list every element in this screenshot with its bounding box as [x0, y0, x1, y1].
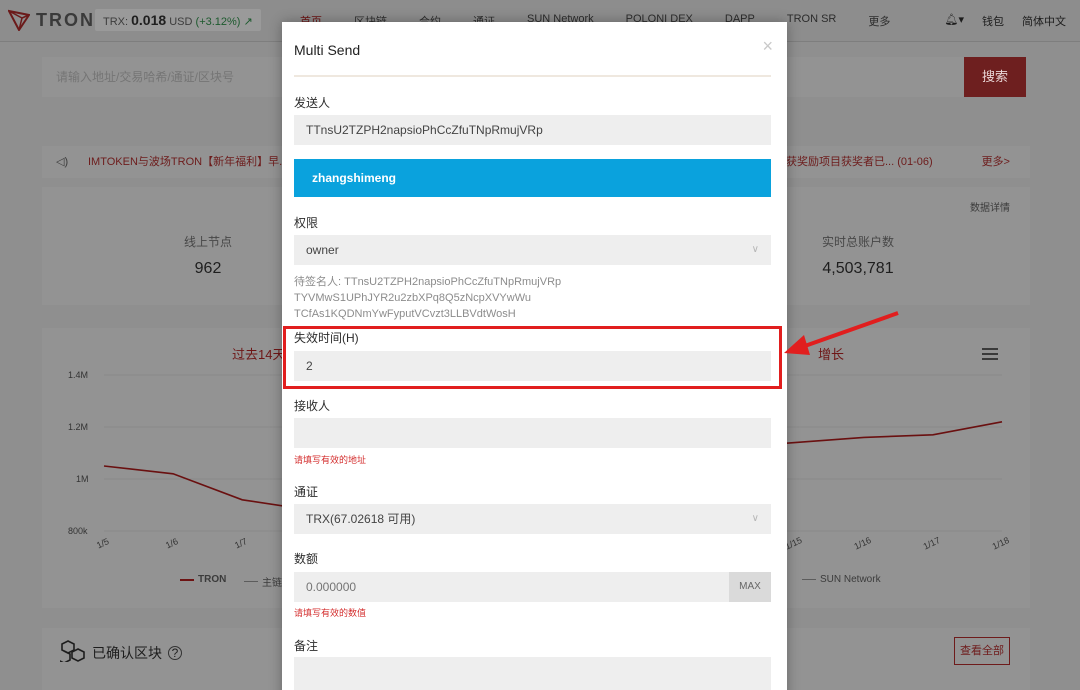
- x-tick: 1/16: [853, 535, 873, 551]
- receiver-error: 请填写有效的地址: [294, 455, 367, 465]
- signer-address: TTnsU2TZPH2napsioPhCcZfuTNpRmujVRp: [344, 276, 562, 288]
- price-value: 0.018: [131, 12, 167, 28]
- signer-address: TYVMwS1UPhJYR2u2zbXPq8Q5zNcpXVYwWu: [294, 292, 532, 304]
- memo-label: 备注: [294, 639, 319, 653]
- legend-swatch: [244, 581, 258, 582]
- amount-label: 数额: [294, 552, 319, 566]
- chevron-down-icon: ∨: [751, 513, 759, 524]
- price-badge: TRX: 0.018 USD (+3.12%) ↗: [95, 9, 261, 31]
- legend-item-sun-network[interactable]: SUN Network: [802, 574, 881, 585]
- permission-select[interactable]: owner ∨: [294, 235, 771, 265]
- amount-error: 请填写有效的数值: [294, 608, 367, 618]
- bell-icon[interactable]: 🔔︎▾: [945, 13, 965, 29]
- stat-online-nodes: 线上节点 962: [138, 233, 278, 278]
- legend-item-mainchain[interactable]: 主链: [244, 574, 282, 589]
- signer-address: TCfAs1KQDNmYwFyputVCvzt3LLBVdtWosH: [294, 308, 516, 320]
- language-menu[interactable]: 简体中文: [1022, 13, 1066, 29]
- speaker-icon: ◁): [56, 156, 69, 168]
- token-value: TRX(67.02618 可用): [306, 512, 416, 526]
- announcement-more-link[interactable]: 更多>: [982, 146, 1010, 178]
- view-all-button[interactable]: 查看全部: [954, 637, 1010, 665]
- legend-label: TRON: [198, 574, 227, 585]
- chevron-down-icon: ∨: [751, 244, 759, 255]
- amount-input[interactable]: [294, 572, 771, 602]
- close-icon[interactable]: ×: [762, 36, 773, 57]
- token-label: 通证: [294, 485, 319, 499]
- receiver-label: 接收人: [294, 399, 331, 413]
- permission-value: owner: [306, 243, 339, 257]
- legend-item-tron[interactable]: TRON: [180, 574, 226, 585]
- sender-field: TTnsU2TZPH2napsioPhCcZfuTNpRmujVRp: [294, 115, 771, 145]
- announcement-right[interactable]: 获奖励项目获奖者已... (01-06): [786, 146, 933, 178]
- pending-signers: 待签名人: TTnsU2TZPH2napsioPhCcZfuTNpRmujVRp…: [294, 274, 561, 322]
- nav-item-more[interactable]: 更多: [868, 13, 890, 29]
- confirmed-blocks-title: 已确认区块 ?: [57, 640, 182, 665]
- stat-total-accounts: 实时总账户数 4,503,781: [788, 233, 928, 278]
- x-tick: 1/6: [164, 536, 180, 550]
- x-tick: 1/17: [922, 535, 942, 551]
- token-select[interactable]: TRX(67.02618 可用) ∨: [294, 504, 771, 534]
- receiver-input[interactable]: [294, 418, 771, 448]
- wallet-menu[interactable]: 钱包: [982, 13, 1004, 29]
- x-tick: 1/7: [233, 536, 249, 550]
- x-tick: 1/18: [991, 535, 1011, 551]
- nav-item-tron-sr[interactable]: TRON SR: [787, 13, 837, 29]
- red-arrow-icon: [784, 311, 899, 355]
- stat-value: 4,503,781: [822, 260, 894, 277]
- sender-label: 发送人: [294, 96, 331, 110]
- permission-label: 权限: [294, 216, 319, 230]
- stat-value: 962: [194, 260, 222, 277]
- highlight-box: [283, 326, 782, 389]
- stat-label: 线上节点: [183, 235, 232, 249]
- tron-logo[interactable]: TRON: [8, 9, 95, 31]
- max-button[interactable]: MAX: [729, 572, 771, 602]
- memo-input[interactable]: [294, 657, 771, 690]
- logo-text: TRON: [36, 9, 95, 30]
- stat-label: 实时总账户数: [821, 235, 894, 249]
- confirmed-blocks-label: 已确认区块: [92, 644, 162, 661]
- price-label: TRX:: [103, 16, 129, 28]
- legend-swatch: [180, 578, 194, 581]
- legend-swatch: [802, 579, 816, 580]
- price-unit: USD: [169, 16, 193, 28]
- legend-label: SUN Network: [820, 574, 881, 585]
- account-button[interactable]: zhangshimeng: [294, 159, 771, 197]
- price-change: (+3.12%): [195, 16, 241, 28]
- legend-label: 主链: [262, 578, 282, 589]
- top-right-menu: 🔔︎▾ 钱包 简体中文: [945, 13, 1067, 29]
- signers-label: 待签名人:: [294, 276, 342, 288]
- data-detail-dropdown[interactable]: 数据详情: [970, 199, 1010, 214]
- search-button[interactable]: 搜索: [964, 57, 1026, 97]
- help-icon[interactable]: ?: [168, 645, 182, 660]
- announcement-left[interactable]: IMTOKEN与波场TRON【新年福利】早...: [88, 146, 288, 178]
- cubes-icon: [57, 640, 86, 665]
- modal-divider: [294, 75, 771, 77]
- modal-title: Multi Send: [294, 42, 361, 58]
- x-tick: 1/5: [95, 536, 111, 550]
- trend-up-arrow-icon: ↗: [243, 16, 253, 28]
- tron-logo-icon: [8, 9, 30, 31]
